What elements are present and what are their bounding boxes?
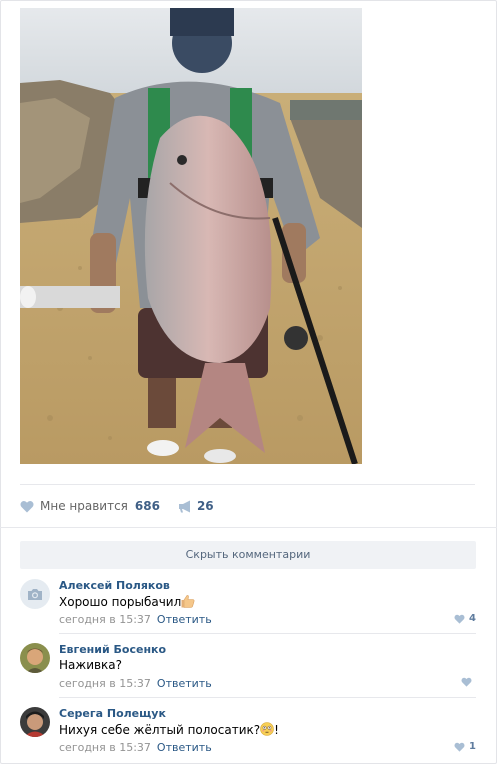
hide-comments-button[interactable]: Скрыть комментарии bbox=[20, 541, 476, 569]
heart-icon bbox=[454, 742, 465, 752]
comment-author[interactable]: Евгений Босенко bbox=[59, 643, 166, 656]
comments-divider bbox=[0, 527, 497, 528]
comment-like-button[interactable]: 4 bbox=[454, 613, 476, 624]
heart-icon bbox=[461, 677, 472, 687]
comment-divider bbox=[59, 633, 476, 634]
comment-like-button[interactable]: 1 bbox=[454, 741, 476, 752]
comment-meta: сегодня в 15:37 Ответить bbox=[59, 741, 212, 754]
comment-like-count: 1 bbox=[469, 741, 476, 752]
like-button[interactable]: Мне нравится 686 bbox=[20, 499, 160, 513]
avatar[interactable] bbox=[20, 707, 50, 737]
comment-text-body: Нихуя себе жёлтый полосатик? bbox=[59, 723, 261, 737]
comment-author[interactable]: Алексей Поляков bbox=[59, 579, 170, 592]
camera-icon bbox=[28, 588, 42, 600]
comment-meta: сегодня в 15:37 Ответить bbox=[59, 677, 212, 690]
comment-meta: сегодня в 15:37 Ответить bbox=[59, 613, 212, 626]
comment-item: Евгений Босенко Наживка? сегодня в 15:37… bbox=[20, 643, 476, 693]
share-button[interactable]: 26 bbox=[178, 499, 214, 513]
thumbs-up-icon bbox=[181, 595, 195, 608]
comment-divider bbox=[59, 697, 476, 698]
heart-icon bbox=[20, 500, 34, 512]
heart-icon bbox=[454, 614, 465, 624]
comment-text: Хорошо порыбачил bbox=[59, 594, 195, 609]
megaphone-icon bbox=[178, 500, 190, 512]
flushed-face-icon bbox=[260, 722, 274, 736]
comment-date[interactable]: сегодня в 15:37 bbox=[59, 677, 151, 690]
share-count: 26 bbox=[196, 499, 214, 513]
comment-item: Серега Полещук Нихуя себе жёлтый полосат… bbox=[20, 707, 476, 757]
comment-date[interactable]: сегодня в 15:37 bbox=[59, 613, 151, 626]
reply-button[interactable]: Ответить bbox=[157, 677, 212, 690]
comment-text-suffix: ! bbox=[274, 723, 279, 737]
reply-button[interactable]: Ответить bbox=[157, 741, 212, 754]
like-count: 686 bbox=[134, 499, 160, 513]
comment-item: Алексей Поляков Хорошо порыбачил сегодня… bbox=[20, 579, 476, 629]
comment-like-count: 4 bbox=[469, 613, 476, 624]
avatar[interactable] bbox=[20, 643, 50, 673]
comment-text-body: Хорошо порыбачил bbox=[59, 595, 182, 609]
comment-text: Нихуя себе жёлтый полосатик? ! bbox=[59, 722, 279, 737]
comment-text: Наживка? bbox=[59, 658, 123, 672]
avatar-photo bbox=[20, 643, 50, 673]
avatar[interactable] bbox=[20, 579, 50, 609]
reply-button[interactable]: Ответить bbox=[157, 613, 212, 626]
comment-like-button[interactable] bbox=[461, 677, 476, 687]
comment-author[interactable]: Серега Полещук bbox=[59, 707, 166, 720]
like-label: Мне нравится bbox=[40, 499, 128, 513]
actions-divider bbox=[20, 484, 475, 485]
post-photo[interactable] bbox=[20, 8, 362, 464]
comment-date[interactable]: сегодня в 15:37 bbox=[59, 741, 151, 754]
post-actions: Мне нравится 686 26 bbox=[20, 497, 214, 515]
avatar-photo bbox=[20, 707, 50, 737]
